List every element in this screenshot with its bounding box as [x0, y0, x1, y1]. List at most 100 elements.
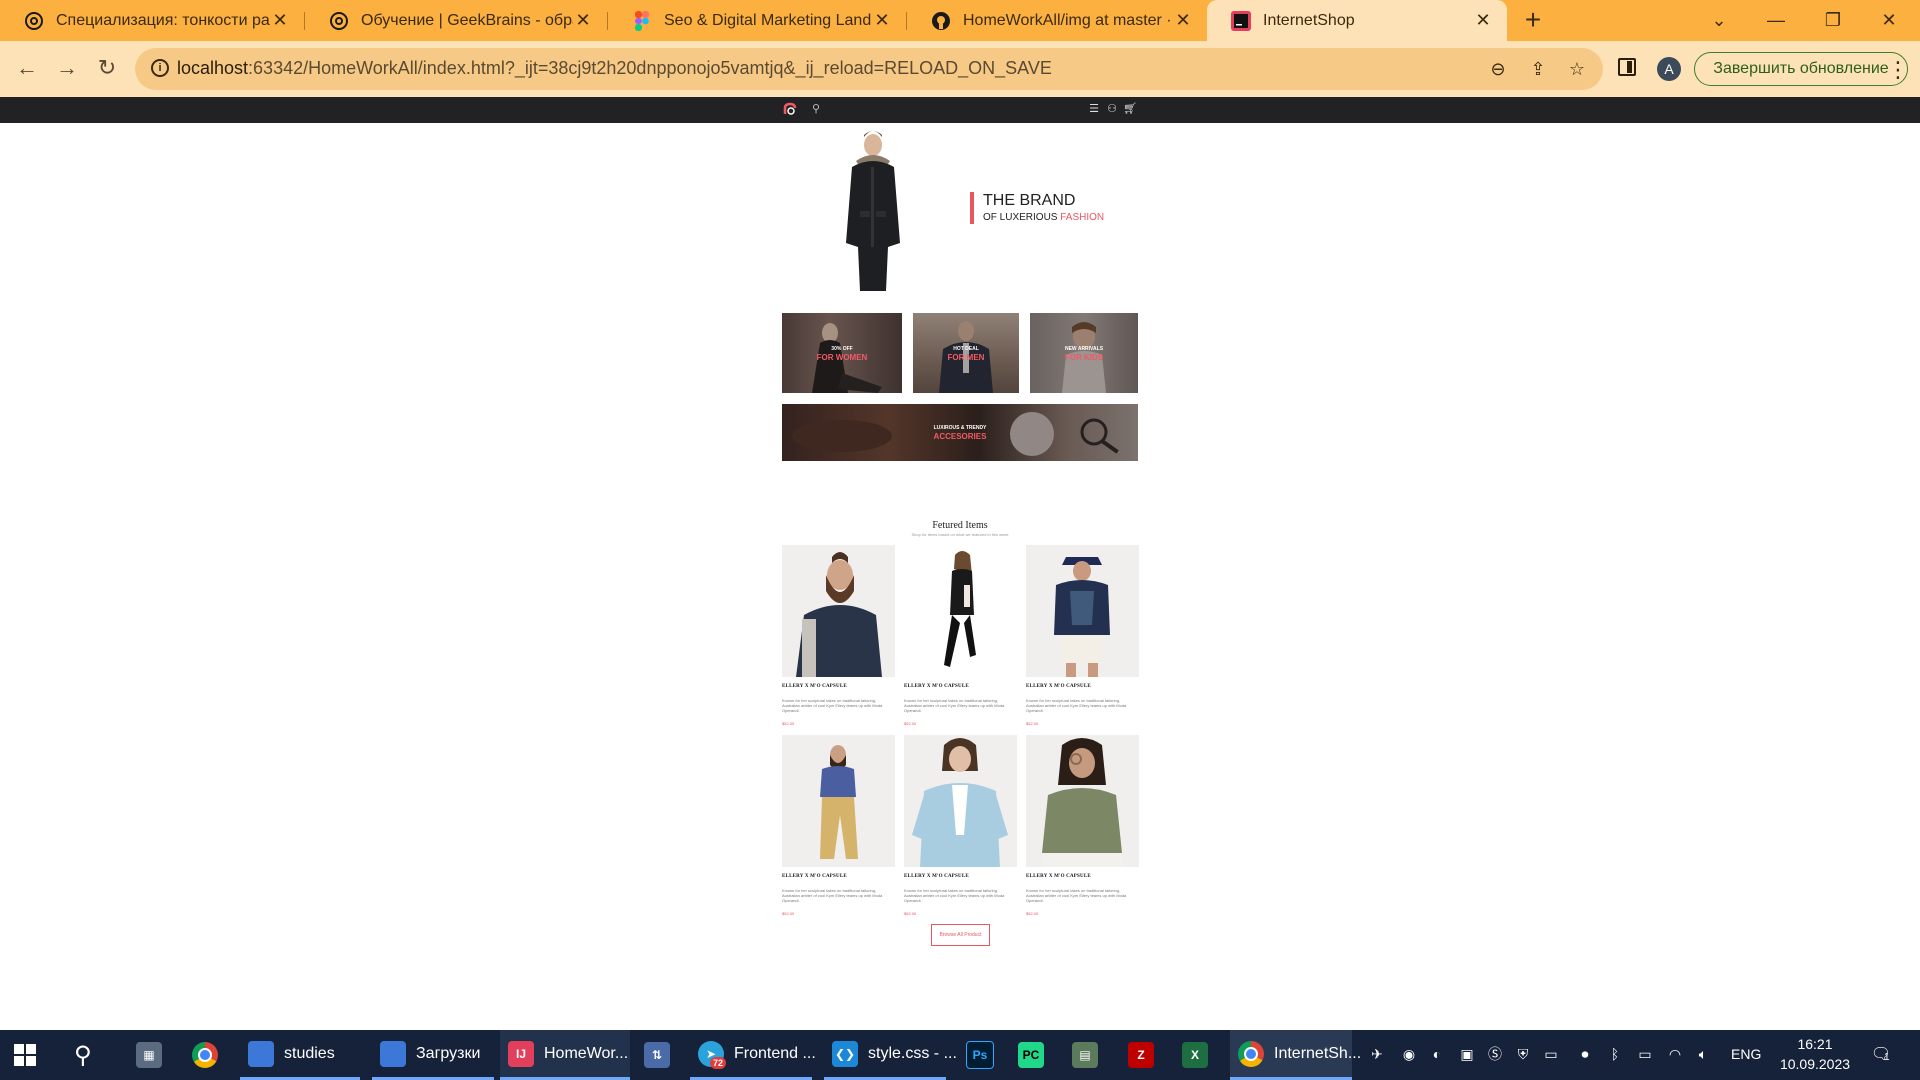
tab-search-icon[interactable]: ⌄ — [1696, 6, 1742, 34]
start-button[interactable] — [14, 1030, 48, 1080]
skype-icon[interactable]: Ⓢ — [1486, 1045, 1504, 1063]
url-text[interactable]: localhost:63342/HomeWorkAll/index.html?_… — [177, 58, 1052, 79]
pycharm-app[interactable]: PC — [1018, 1030, 1052, 1080]
search-icon[interactable]: ⚲ — [809, 102, 823, 116]
tab-internetshop[interactable]: InternetShop ✕ — [1207, 0, 1507, 41]
shield-icon[interactable]: ⛨ — [1514, 1045, 1532, 1063]
product-description: Known for her sculptural takes on tradit… — [904, 698, 1005, 713]
tab-title: Seo & Digital Marketing Landing — [664, 11, 872, 29]
tab-title: InternetShop — [1263, 11, 1355, 29]
product-card[interactable]: ELLERY X M'O CAPSULE Known for her sculp… — [782, 545, 895, 726]
close-window-button[interactable]: ✕ — [1866, 6, 1912, 34]
menu-icon[interactable]: ☰ — [1087, 102, 1101, 116]
taskbar-app-downloads[interactable]: Загрузки — [372, 1030, 494, 1080]
promo-kids[interactable]: NEW ARRIVALS FOR KIDS — [1030, 313, 1138, 393]
screen-recorder-icon[interactable]: ⏺ — [1576, 1045, 1594, 1063]
tab-geekbrains[interactable]: Обучение | GeekBrains - образо ✕ — [305, 0, 607, 41]
close-tab-icon[interactable]: ✕ — [573, 10, 593, 31]
product-image[interactable] — [1026, 545, 1139, 677]
taskbar-app-telegram[interactable]: ➤ 72 Frontend ... — [690, 1030, 816, 1080]
product-name[interactable]: ELLERY X M'O CAPSULE — [1026, 874, 1139, 879]
bluetooth-icon[interactable]: ᛒ — [1606, 1045, 1624, 1063]
promo-men[interactable]: HOT DEAL FOR MEN — [913, 313, 1019, 393]
tab-github[interactable]: HomeWorkAll/img at master · Ge ✕ — [907, 0, 1207, 41]
wifi-icon[interactable]: ◠ — [1666, 1045, 1684, 1063]
taskbar-app-intellij[interactable]: IJ HomeWor... — [500, 1030, 630, 1080]
product-card[interactable]: ELLERY X M'O CAPSULE Known for her sculp… — [1026, 735, 1139, 916]
display-icon[interactable]: ▭ — [1542, 1045, 1560, 1063]
product-image[interactable] — [904, 545, 1017, 677]
profile-avatar[interactable]: A — [1657, 57, 1681, 81]
share-icon[interactable]: ⇪ — [1527, 58, 1549, 80]
reload-button[interactable]: ↻ — [92, 53, 122, 83]
language-indicator[interactable]: ENG — [1731, 1046, 1761, 1062]
clock[interactable]: 16:21 10.09.2023 — [1774, 1034, 1856, 1074]
product-card[interactable]: ELLERY X M'O CAPSULE Known for her sculp… — [904, 735, 1017, 916]
calculator-app[interactable]: ▦ — [136, 1030, 170, 1080]
tab-figma[interactable]: Seo & Digital Marketing Landing ✕ — [608, 0, 906, 41]
promo-label: FOR WOMEN — [816, 353, 868, 362]
finish-update-button[interactable]: Завершить обновление — [1694, 52, 1908, 86]
browser-menu-icon[interactable]: ⋮ — [1887, 56, 1909, 84]
network-app[interactable]: ⇅ — [644, 1030, 678, 1080]
product-name[interactable]: ELLERY X M'O CAPSULE — [904, 684, 1017, 689]
hero-subtitle-accent: FASHION — [1060, 212, 1105, 223]
product-image[interactable] — [782, 735, 895, 867]
taskbar-app-label: studies — [284, 1044, 335, 1062]
site-info-icon[interactable]: i — [151, 59, 169, 77]
chrome-app[interactable] — [192, 1030, 226, 1080]
volume-icon[interactable]: 🔈︎ — [1694, 1045, 1712, 1063]
restore-button[interactable]: ❐ — [1810, 6, 1856, 34]
promo-accessories[interactable]: LUXIROUS & TRENDY ACCESORIES — [782, 404, 1138, 461]
product-image[interactable] — [904, 735, 1017, 867]
tray-app-icon[interactable]: ✈ — [1368, 1045, 1386, 1063]
tab-specialization[interactable]: Специализация: тонкости работ ✕ — [0, 0, 304, 41]
address-bar[interactable]: i localhost:63342/HomeWorkAll/index.html… — [135, 48, 1603, 90]
product-image[interactable] — [782, 545, 895, 677]
search-icon[interactable]: ⚲ — [74, 1030, 108, 1080]
zoom-icon[interactable]: ⊖ — [1487, 58, 1509, 80]
browser-tray-icon[interactable]: ◐ — [1428, 1045, 1446, 1063]
notification-center-icon[interactable]: 🗨︎ 1 — [1870, 1044, 1892, 1064]
promo-women[interactable]: 30% OFF FOR WOMEN — [782, 313, 902, 393]
bookmark-star-icon[interactable]: ☆ — [1566, 58, 1588, 80]
excel-app[interactable]: X — [1182, 1030, 1216, 1080]
camera-icon[interactable]: ▣ — [1458, 1045, 1476, 1063]
windows-logo-icon — [14, 1044, 36, 1066]
taskbar-app-internetshop[interactable]: InternetSh... — [1230, 1030, 1361, 1080]
photoshop-app[interactable]: Ps — [966, 1030, 1000, 1080]
product-name[interactable]: ELLERY X M'O CAPSULE — [782, 874, 895, 879]
product-card[interactable]: ELLERY X M'O CAPSULE Known for her sculp… — [782, 735, 895, 916]
taskbar-app-vscode[interactable]: ❮❯ style.css - ... — [824, 1030, 957, 1080]
product-image[interactable] — [1026, 735, 1139, 867]
close-tab-icon[interactable]: ✕ — [270, 10, 290, 31]
url-path: :63342/HomeWorkAll/index.html?_ijt=38cj9… — [248, 58, 1052, 78]
taskbar-app-label: Frontend ... — [734, 1044, 816, 1062]
close-tab-icon[interactable]: ✕ — [1473, 10, 1493, 31]
new-tab-button[interactable]: + — [1519, 6, 1547, 34]
user-icon[interactable]: ⚇ — [1105, 102, 1119, 116]
nvidia-icon[interactable]: ◉ — [1400, 1045, 1418, 1063]
product-name[interactable]: ELLERY X M'O CAPSULE — [782, 684, 895, 689]
file-app[interactable]: ▤ — [1072, 1030, 1106, 1080]
taskbar-app-studies[interactable]: studies — [240, 1030, 360, 1080]
site-logo-icon[interactable] — [782, 102, 798, 118]
figma-icon — [632, 10, 652, 31]
product-name[interactable]: ELLERY X M'O CAPSULE — [904, 874, 1017, 879]
product-description: Known for her sculptural takes on tradit… — [782, 698, 883, 713]
minimize-button[interactable]: — — [1753, 6, 1799, 34]
back-button[interactable]: ← — [12, 53, 42, 83]
forward-button[interactable]: → — [52, 53, 82, 83]
calculator-icon: ▦ — [136, 1042, 162, 1068]
close-tab-icon[interactable]: ✕ — [872, 10, 892, 31]
battery-icon[interactable]: ▭ — [1636, 1045, 1654, 1063]
product-description: Known for her sculptural takes on tradit… — [1026, 698, 1127, 713]
product-name[interactable]: ELLERY X M'O CAPSULE — [1026, 684, 1139, 689]
close-tab-icon[interactable]: ✕ — [1173, 10, 1193, 31]
side-panel-icon[interactable] — [1618, 58, 1636, 76]
cart-icon[interactable]: 🛒︎ — [1123, 102, 1137, 116]
product-card[interactable]: ELLERY X M'O CAPSULE Known for her sculp… — [904, 545, 1017, 726]
browse-all-button[interactable]: Browse All Product — [931, 924, 990, 946]
filezilla-app[interactable]: Z — [1128, 1030, 1162, 1080]
product-card[interactable]: ELLERY X M'O CAPSULE Known for her sculp… — [1026, 545, 1139, 726]
